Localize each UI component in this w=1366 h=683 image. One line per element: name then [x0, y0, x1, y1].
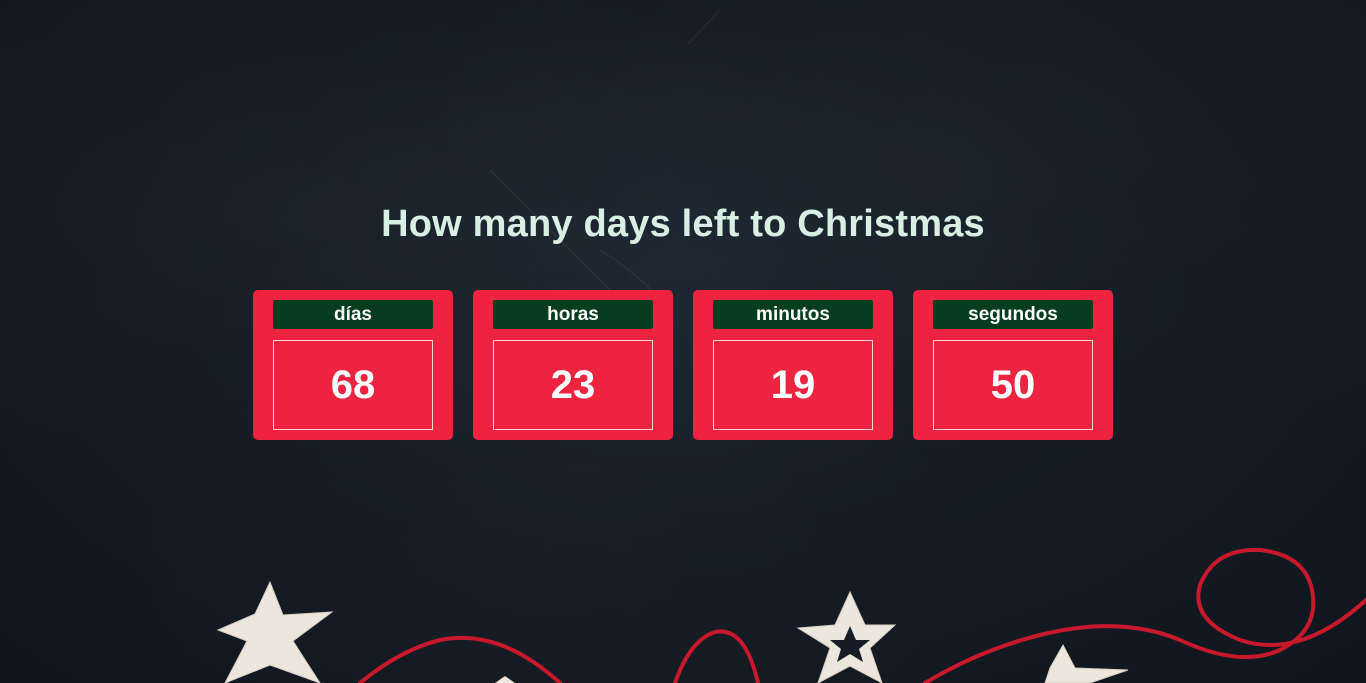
star-icon: [1044, 643, 1129, 683]
countdown: días 68 horas 23 minutos 19 segundos 50: [253, 290, 1113, 440]
countdown-seconds-card: segundos 50: [913, 290, 1113, 440]
days-label: días: [273, 300, 433, 329]
countdown-days-card: días 68: [253, 290, 453, 440]
minutes-label: minutos: [713, 300, 873, 329]
countdown-hours-card: horas 23: [473, 290, 673, 440]
hours-value: 23: [493, 340, 653, 430]
seconds-value: 50: [933, 340, 1093, 430]
minutes-value: 19: [713, 340, 873, 430]
seconds-label: segundos: [933, 300, 1093, 329]
star-icon: [495, 676, 515, 683]
chalk-scratches: [489, 9, 721, 301]
days-value: 68: [273, 340, 433, 430]
hours-label: horas: [493, 300, 653, 329]
star-icon: [796, 590, 897, 683]
countdown-minutes-card: minutos 19: [693, 290, 893, 440]
page-title: How many days left to Christmas: [381, 203, 985, 245]
star-icon: [216, 580, 334, 683]
